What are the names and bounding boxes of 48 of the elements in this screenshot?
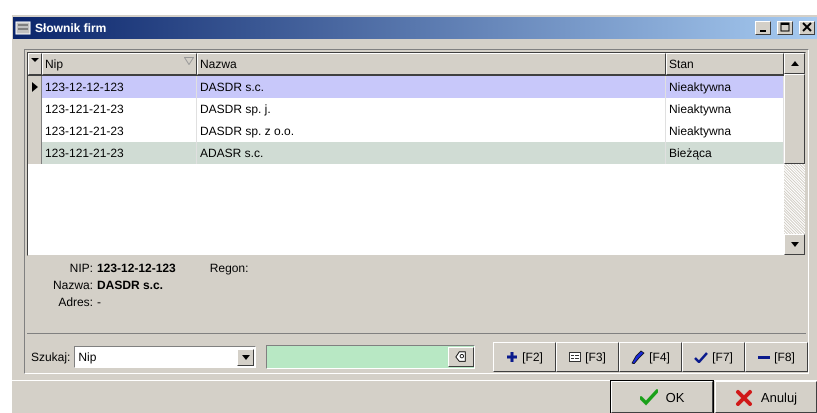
window-app-icon bbox=[15, 20, 31, 36]
toolbar-button[interactable]: [F2] bbox=[493, 342, 556, 372]
checkmark-icon bbox=[640, 388, 658, 406]
minimize-button[interactable] bbox=[755, 21, 771, 35]
search-picker-button[interactable] bbox=[448, 347, 474, 367]
table-row[interactable]: 123-121-21-23 ADASR s.c. Bieżąca bbox=[28, 142, 784, 164]
name-value: DASDR s.c. bbox=[97, 278, 164, 294]
column-menu-button[interactable] bbox=[28, 53, 42, 75]
table-row[interactable]: 123-121-21-23 DASDR sp. z o.o. Nieaktywna bbox=[28, 120, 784, 142]
address-value: - bbox=[97, 295, 102, 311]
sort-arrow-icon bbox=[184, 57, 194, 65]
toolbar-button[interactable]: [F3] bbox=[556, 342, 619, 372]
scroll-down-icon bbox=[790, 242, 798, 247]
toolbar-button[interactable]: [F8] bbox=[745, 342, 808, 372]
checkmark-icon bbox=[694, 352, 708, 362]
cancel-button[interactable]: Anuluj bbox=[715, 381, 817, 413]
nip-label: NIP: bbox=[68, 261, 93, 277]
row-pointer-icon bbox=[32, 82, 38, 92]
dropdown-arrow-icon bbox=[31, 57, 39, 63]
dropdown-arrow-icon bbox=[242, 354, 250, 360]
cross-icon bbox=[734, 388, 753, 406]
column-header[interactable]: Stan bbox=[666, 53, 784, 75]
toolbar-button[interactable]: [F4] bbox=[619, 342, 682, 372]
plus-icon bbox=[506, 351, 518, 363]
search-label: Szukaj: bbox=[31, 350, 70, 364]
pen-icon bbox=[631, 350, 646, 364]
close-button[interactable] bbox=[799, 21, 815, 35]
toolbar-button[interactable]: [F7] bbox=[682, 342, 745, 372]
close-icon bbox=[802, 22, 812, 32]
regon-label: Regon: bbox=[208, 261, 250, 277]
maximize-button[interactable] bbox=[777, 21, 793, 35]
maximize-icon bbox=[780, 22, 790, 32]
tag-icon bbox=[455, 350, 467, 364]
window-title: Słownik firm bbox=[35, 21, 108, 35]
search-field-dropdown[interactable]: Nip bbox=[74, 346, 256, 368]
column-header[interactable]: Nazwa bbox=[197, 53, 666, 75]
minimize-icon bbox=[760, 30, 766, 32]
search-input[interactable] bbox=[266, 345, 475, 369]
nip-value: 123-12-12-123 bbox=[97, 261, 176, 277]
address-label: Adres: bbox=[57, 295, 93, 311]
table-row[interactable]: 123-12-12-123 DASDR s.c. Nieaktywna bbox=[28, 76, 784, 98]
ok-button[interactable]: OK bbox=[611, 381, 713, 413]
name-label: Nazwa: bbox=[52, 278, 93, 294]
column-header[interactable]: Nip bbox=[42, 53, 197, 75]
scroll-thumb[interactable] bbox=[784, 74, 805, 164]
scroll-up-icon bbox=[790, 61, 798, 66]
table-row[interactable]: 123-121-21-23 DASDR sp. j. Nieaktywna bbox=[28, 98, 784, 120]
form-icon bbox=[569, 352, 582, 362]
